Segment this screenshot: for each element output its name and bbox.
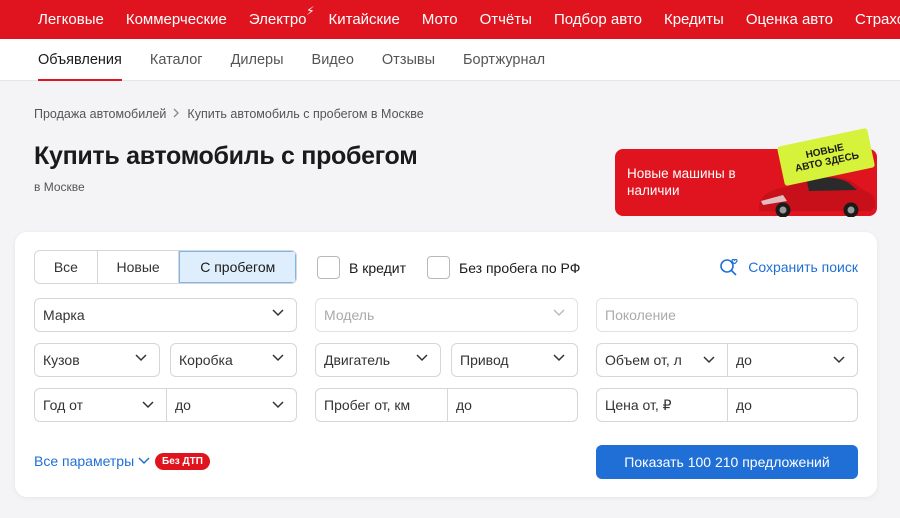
model-select-label: Модель <box>324 307 375 323</box>
price-to-placeholder: до <box>736 397 752 413</box>
page-subtitle: в Москве <box>34 180 85 194</box>
nav-item-car-selection[interactable]: Подбор авто <box>554 11 642 28</box>
credit-checkbox-box[interactable] <box>317 256 340 279</box>
engine-select[interactable]: Двигатель <box>315 343 441 377</box>
chevron-down-icon <box>703 356 715 364</box>
engine-volume-to-select[interactable]: до <box>727 344 857 376</box>
lightning-icon: ⚡ <box>306 4 315 18</box>
all-params-link[interactable]: Все параметры <box>34 453 150 469</box>
segment-all[interactable]: Все <box>35 251 98 283</box>
condition-segmented-control: Все Новые С пробегом <box>34 250 297 284</box>
all-params-label: Все параметры <box>34 453 135 469</box>
price-from-input[interactable]: Цена от, ₽ <box>597 389 727 421</box>
chevron-down-icon <box>142 401 154 409</box>
tab-listings[interactable]: Объявления <box>38 39 122 81</box>
chevron-right-icon <box>173 108 180 121</box>
no-rf-mileage-checkbox-box[interactable] <box>427 256 450 279</box>
nav-item-credits[interactable]: Кредиты <box>664 11 724 28</box>
mileage-range: Пробег от, км до <box>315 388 578 422</box>
drive-select-label: Привод <box>460 352 509 368</box>
nav-item-reports[interactable]: Отчёты <box>480 11 532 28</box>
save-search-button[interactable]: Сохранить поиск <box>719 258 858 276</box>
year-from-label: Год от <box>43 397 84 413</box>
brand-select[interactable]: Марка <box>34 298 297 332</box>
mileage-from-placeholder: Пробег от, км <box>324 397 411 413</box>
tab-reviews[interactable]: Отзывы <box>382 39 435 81</box>
banner-text: Новые машины в наличии <box>627 166 736 198</box>
segment-used[interactable]: С пробегом <box>179 251 296 283</box>
price-range: Цена от, ₽ до <box>596 388 858 422</box>
breadcrumb-item-current[interactable]: Купить автомобиль с пробегом в Москве <box>187 107 423 121</box>
nav-item-commercial[interactable]: Коммерческие <box>126 11 227 28</box>
top-navigation: Легковые Коммерческие Электро ⚡ Китайские… <box>0 0 900 39</box>
show-results-button[interactable]: Показать 100 210 предложений <box>596 445 858 479</box>
nav-item-electro-label: Электро <box>248 11 307 28</box>
engine-volume-range: Объем от, л до <box>596 343 858 377</box>
page-header: Продажа автомобилей Купить автомобиль с … <box>0 82 900 232</box>
show-results-label: Показать 100 210 предложений <box>624 454 830 470</box>
mileage-to-input[interactable]: до <box>447 389 577 421</box>
chevron-down-icon <box>416 354 428 362</box>
chevron-down-icon <box>272 309 284 317</box>
save-search-label: Сохранить поиск <box>748 259 858 275</box>
credit-checkbox-label: В кредит <box>349 259 407 276</box>
nav-item-car-valuation[interactable]: Оценка авто <box>746 11 833 28</box>
engine-volume-to-label: до <box>736 352 752 368</box>
chevron-down-icon <box>272 354 284 362</box>
credit-checkbox[interactable]: В кредит <box>317 256 406 279</box>
generation-select[interactable]: Поколение <box>596 298 858 332</box>
model-select[interactable]: Модель <box>315 298 578 332</box>
gearbox-select-label: Коробка <box>179 352 233 368</box>
year-to-select[interactable]: до <box>166 389 296 421</box>
body-type-select-label: Кузов <box>43 352 80 368</box>
nav-item-chinese[interactable]: Китайские <box>329 11 400 28</box>
engine-select-label: Двигатель <box>324 352 391 368</box>
year-to-label: до <box>175 397 191 413</box>
breadcrumb-item-sales[interactable]: Продажа автомобилей <box>34 107 166 121</box>
price-from-placeholder: Цена от, ₽ <box>605 396 672 413</box>
year-range: Год от до <box>34 388 297 422</box>
chevron-down-icon <box>553 309 565 317</box>
body-type-select[interactable]: Кузов <box>34 343 160 377</box>
nav-item-electro[interactable]: Электро ⚡ <box>248 4 315 28</box>
no-rf-mileage-label: Без пробега по РФ <box>459 259 581 276</box>
no-rf-mileage-checkbox[interactable]: Без пробега по РФ <box>427 256 580 279</box>
chevron-down-icon <box>833 356 845 364</box>
new-cars-banner[interactable]: Новые машины в наличии НОВЫЕ АВТО ЗДЕСЬ <box>615 127 877 217</box>
mileage-from-input[interactable]: Пробег от, км <box>316 389 447 421</box>
nav-item-moto[interactable]: Мото <box>422 11 458 28</box>
chevron-down-icon <box>553 354 565 362</box>
year-from-select[interactable]: Год от <box>35 389 166 421</box>
engine-volume-from-select[interactable]: Объем от, л <box>597 344 727 376</box>
no-accident-badge[interactable]: Без ДТП <box>155 453 210 470</box>
segment-new[interactable]: Новые <box>98 251 180 283</box>
brand-select-label: Марка <box>43 307 85 323</box>
mileage-to-placeholder: до <box>456 397 472 413</box>
price-to-input[interactable]: до <box>727 389 857 421</box>
nav-item-cars[interactable]: Легковые <box>38 11 104 28</box>
chevron-down-icon <box>138 457 150 465</box>
sub-navigation: Объявления Каталог Дилеры Видео Отзывы Б… <box>0 39 900 81</box>
tab-video[interactable]: Видео <box>312 39 354 81</box>
tab-dealers[interactable]: Дилеры <box>231 39 284 81</box>
nav-item-insurance[interactable]: Страховки <box>855 11 900 28</box>
chevron-down-icon <box>135 354 147 362</box>
breadcrumb: Продажа автомобилей Купить автомобиль с … <box>34 107 424 121</box>
engine-volume-from-label: Объем от, л <box>605 352 682 368</box>
page-title: Купить автомобиль с пробегом <box>34 142 418 170</box>
gearbox-select[interactable]: Коробка <box>170 343 297 377</box>
generation-select-label: Поколение <box>605 307 676 323</box>
tab-logbook[interactable]: Бортжурнал <box>463 39 545 81</box>
filter-panel: Все Новые С пробегом В кредит Без пробег… <box>15 232 877 497</box>
tab-catalog[interactable]: Каталог <box>150 39 203 81</box>
drive-select[interactable]: Привод <box>451 343 578 377</box>
save-search-icon <box>720 258 738 276</box>
chevron-down-icon <box>272 401 284 409</box>
